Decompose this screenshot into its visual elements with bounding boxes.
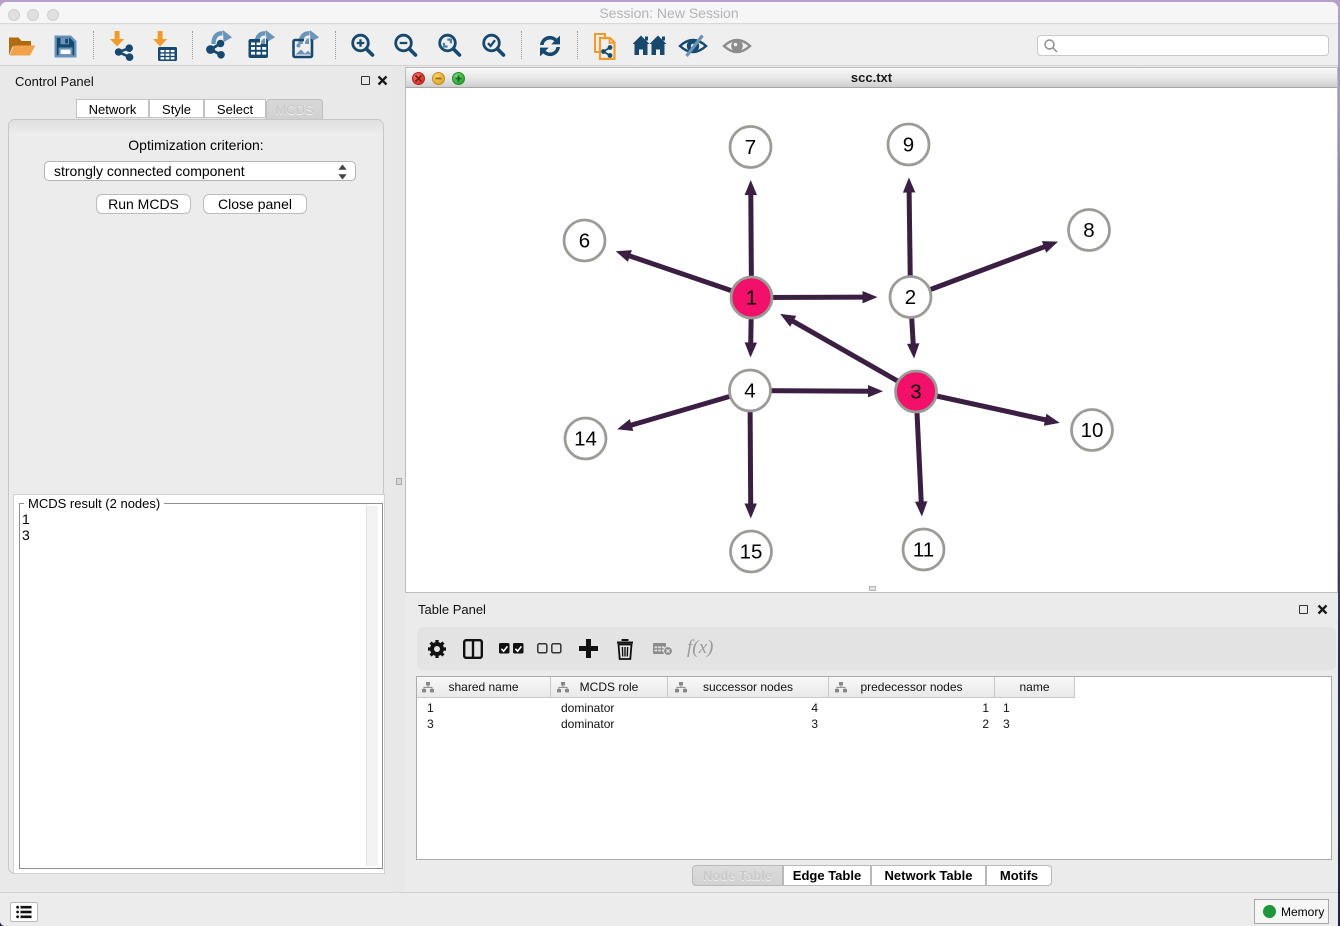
svg-text:7: 7 <box>745 136 756 159</box>
svg-text:8: 8 <box>1083 219 1094 242</box>
svg-text:9: 9 <box>903 134 914 157</box>
svg-text:1: 1 <box>746 287 757 310</box>
svg-text:10: 10 <box>1081 419 1104 442</box>
svg-text:3: 3 <box>910 381 921 404</box>
svg-text:15: 15 <box>740 541 763 564</box>
svg-text:4: 4 <box>744 380 755 403</box>
svg-text:2: 2 <box>905 286 916 309</box>
svg-text:14: 14 <box>574 428 597 451</box>
svg-text:11: 11 <box>913 539 934 562</box>
svg-text:6: 6 <box>579 230 590 253</box>
